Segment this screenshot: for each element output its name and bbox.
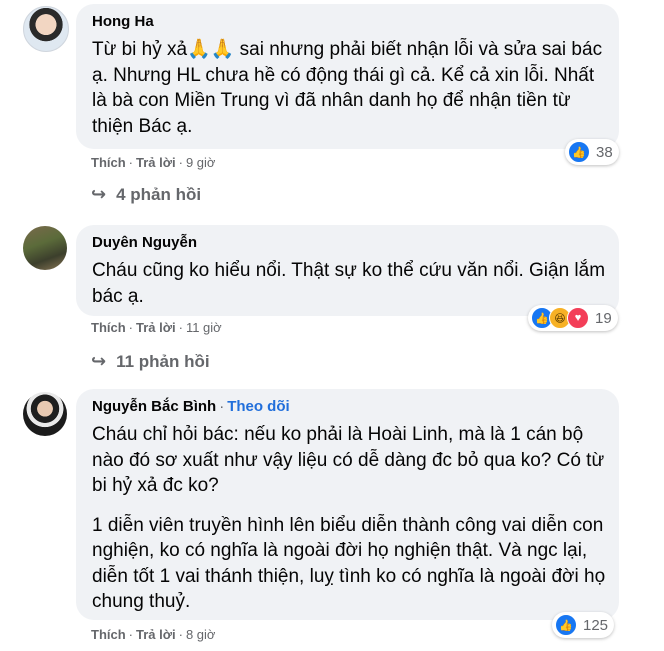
follow-button[interactable]: Theo dõi bbox=[227, 398, 290, 415]
comment-time[interactable]: 9 giờ bbox=[186, 155, 216, 170]
comment-text: Từ bi hỷ xả🙏🙏 sai nhưng phải biết nhận l… bbox=[92, 37, 612, 139]
comment-bubble: Hong Ha Từ bi hỷ xả🙏🙏 sai nhưng phải biế… bbox=[76, 4, 619, 149]
reaction-summary[interactable]: 👍 😆 ♥ 19 bbox=[528, 305, 618, 331]
comment-author[interactable]: Duyên Nguyễn bbox=[92, 234, 197, 251]
comment-actions: Thích · Trả lời · 9 giờ bbox=[91, 155, 216, 170]
comment-author-line: Nguyễn Bắc Bình · Theo dõi bbox=[92, 398, 290, 415]
comment-text: Cháu cũng ko hiểu nổi. Thật sự ko thể cứ… bbox=[92, 258, 612, 309]
reply-button[interactable]: Trả lời bbox=[136, 320, 176, 335]
like-button[interactable]: Thích bbox=[91, 320, 126, 335]
view-replies-button[interactable]: ↪ 11 phản hồi bbox=[91, 351, 210, 372]
replies-label: 11 phản hồi bbox=[116, 351, 210, 371]
comment-author[interactable]: Hong Ha bbox=[92, 13, 154, 30]
comment-actions: Thích · Trả lời · 11 giờ bbox=[91, 320, 222, 335]
reply-button[interactable]: Trả lời bbox=[136, 155, 176, 170]
comment-time[interactable]: 11 giờ bbox=[186, 320, 222, 335]
separator-dot: · bbox=[219, 398, 225, 415]
comment-text: Cháu chỉ hỏi bác: nếu ko phải là Hoài Li… bbox=[92, 422, 612, 615]
like-icon: 👍 bbox=[568, 141, 590, 163]
avatar[interactable] bbox=[23, 6, 69, 52]
comment-author[interactable]: Nguyễn Bắc Bình bbox=[92, 398, 216, 415]
comment-bubble: Nguyễn Bắc Bình · Theo dõi Cháu chỉ hỏi bá… bbox=[76, 389, 619, 620]
comment-time[interactable]: 8 giờ bbox=[186, 627, 216, 642]
like-icon: 👍 bbox=[555, 614, 577, 636]
comment-paragraph: 1 diễn viên truyền hình lên biểu diễn th… bbox=[92, 514, 606, 613]
reaction-count: 38 bbox=[596, 143, 613, 161]
reply-button[interactable]: Trả lời bbox=[136, 627, 176, 642]
reaction-summary[interactable]: 👍 38 bbox=[565, 139, 619, 165]
reply-arrow-icon: ↪ bbox=[91, 351, 107, 371]
like-button[interactable]: Thích bbox=[91, 155, 126, 170]
view-replies-button[interactable]: ↪ 4 phản hồi bbox=[91, 184, 201, 205]
reply-arrow-icon: ↪ bbox=[91, 184, 107, 204]
comment-paragraph: Cháu cũng ko hiểu nổi. Thật sự ko thể cứ… bbox=[92, 260, 606, 307]
comment-actions: Thích · Trả lời · 8 giờ bbox=[91, 627, 216, 642]
comment-paragraph: Cháu chỉ hỏi bác: nếu ko phải là Hoài Li… bbox=[92, 424, 605, 496]
reaction-summary[interactable]: 👍 125 bbox=[552, 612, 615, 638]
comment-bubble: Duyên Nguyễn Cháu cũng ko hiểu nổi. Thật… bbox=[76, 225, 619, 316]
reaction-count: 19 bbox=[595, 309, 612, 327]
like-button[interactable]: Thích bbox=[91, 627, 126, 642]
love-icon: ♥ bbox=[567, 307, 589, 329]
comment-paragraph: Từ bi hỷ xả🙏🙏 sai nhưng phải biết nhận l… bbox=[92, 39, 603, 137]
replies-label: 4 phản hồi bbox=[116, 184, 202, 204]
reaction-count: 125 bbox=[583, 616, 609, 634]
avatar[interactable] bbox=[23, 226, 67, 270]
avatar[interactable] bbox=[23, 392, 67, 436]
